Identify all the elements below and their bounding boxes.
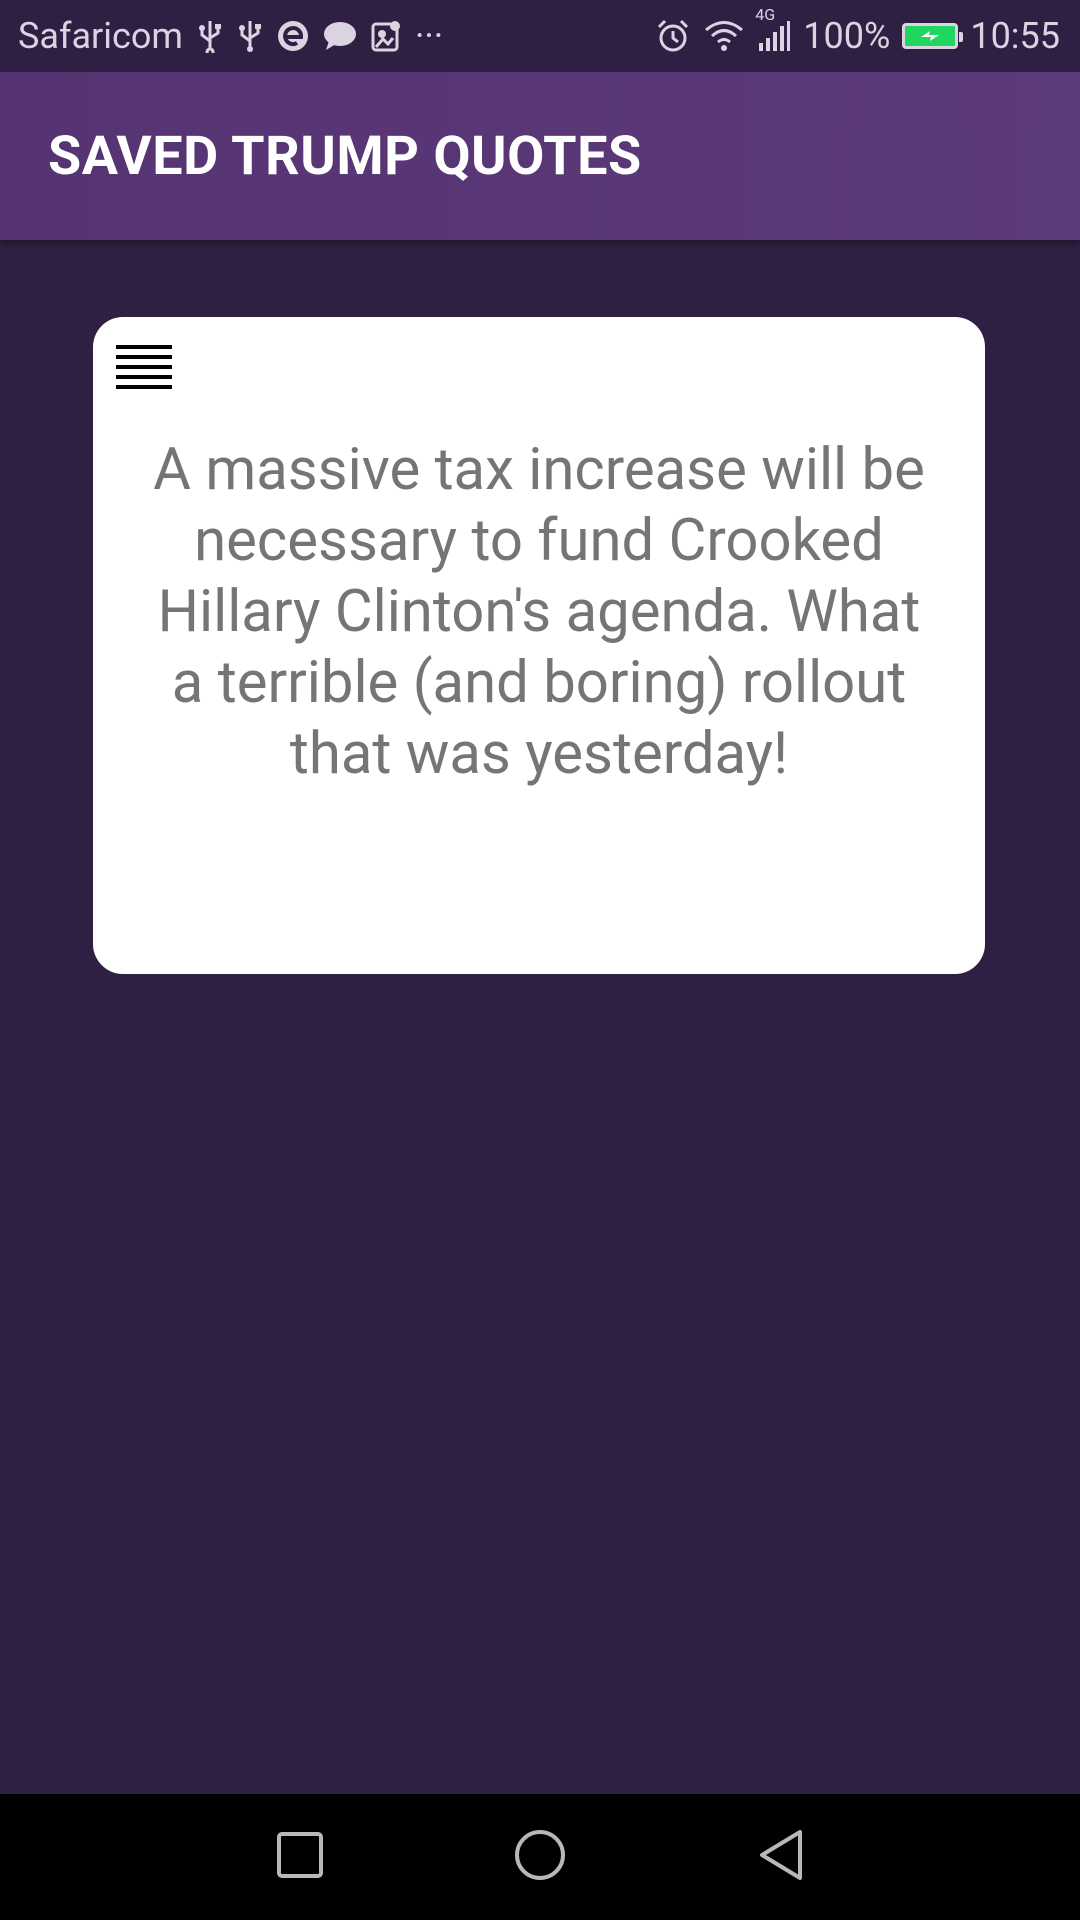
wifi-icon (703, 19, 745, 53)
system-navigation-bar (0, 1794, 1080, 1920)
clock: 10:55 (970, 15, 1060, 57)
chat-icon (323, 21, 357, 51)
usb-icon (197, 19, 223, 53)
battery-icon (902, 23, 964, 49)
recents-square-icon (276, 1831, 324, 1883)
network-type-label: 4G (755, 5, 776, 24)
usb-icon (237, 19, 263, 53)
quote-text: A massive tax increase will be necessary… (153, 436, 925, 788)
status-bar: Safaricom ··· 4G 100% 10:55 (0, 0, 1080, 72)
app-bar: SAVED TRUMP QUOTES (0, 72, 1080, 240)
home-button[interactable] (507, 1824, 573, 1890)
battery-percent: 100% (803, 15, 891, 57)
status-left: Safaricom ··· (18, 15, 443, 57)
browser-icon (277, 20, 309, 52)
signal-icon: 4G (755, 5, 791, 53)
carrier-name: Safaricom (18, 15, 183, 57)
hamburger-menu-icon[interactable] (116, 345, 172, 389)
alarm-icon (655, 18, 691, 54)
quote-card: A massive tax increase will be necessary… (93, 317, 985, 974)
back-button[interactable] (748, 1824, 814, 1890)
more-icon: ··· (414, 15, 444, 57)
page-title: SAVED TRUMP QUOTES (48, 124, 642, 188)
gallery-icon (371, 20, 401, 52)
home-circle-icon (513, 1828, 567, 1886)
recents-button[interactable] (267, 1824, 333, 1890)
back-triangle-icon (756, 1828, 806, 1886)
status-right: 4G 100% 10:55 (655, 5, 1060, 57)
